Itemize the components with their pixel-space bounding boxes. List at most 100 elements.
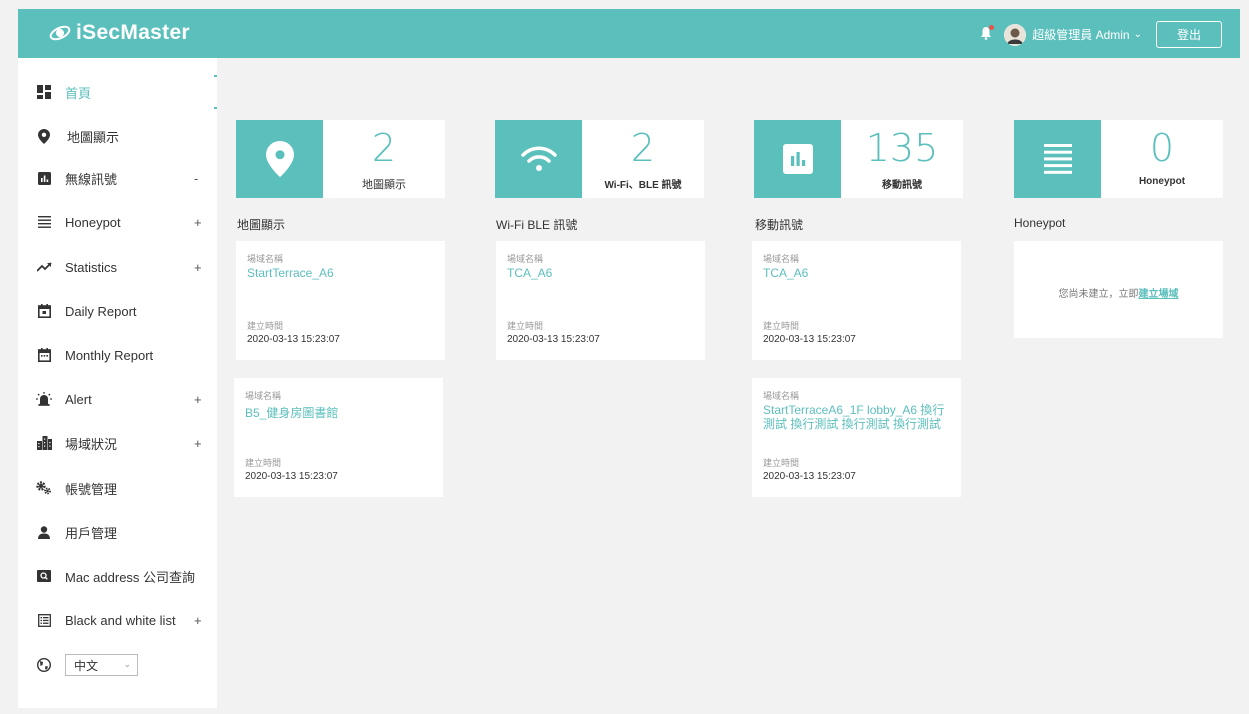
logo-icon — [49, 25, 71, 41]
sidebar-item-user-management[interactable]: 用戶管理 — [18, 517, 217, 547]
field-label: 場域名稱 — [245, 391, 282, 401]
user-icon — [36, 524, 52, 540]
stat-caption: Honeypot — [1138, 176, 1186, 187]
sidebar-item-daily-report[interactable]: Daily Report — [18, 296, 217, 326]
site-card-map-1[interactable]: 場域名稱 StartTerrace_A6 建立時間 2020-03-13 15:… — [236, 241, 445, 360]
site-name-link[interactable]: B5_健身房圖書館 — [245, 406, 435, 420]
stat-card-honeypot[interactable]: 0 Honeypot — [1014, 120, 1223, 198]
user-name[interactable]: 超級管理員 Admin — [1032, 26, 1129, 43]
site-name-link[interactable]: StartTerrace_A6 — [247, 266, 437, 280]
sidebar-item-account-management[interactable]: 帳號管理 — [18, 473, 217, 503]
map-pin-icon — [36, 128, 52, 144]
expand-toggle[interactable]: + — [194, 436, 202, 451]
sidebar-item-label: Daily Report — [65, 303, 137, 319]
list-icon — [1014, 120, 1101, 198]
sidebar-item-site-status[interactable]: 場域狀況 + — [18, 428, 217, 458]
alarm-icon — [36, 391, 52, 407]
site-name-link[interactable]: StartTerraceA6_1F lobby_A6 換行測試 換行測試 換行測… — [763, 403, 948, 431]
field-label: 建立時間 — [763, 321, 800, 331]
sidebar-item-label: Alert — [65, 391, 92, 407]
expand-toggle[interactable]: + — [194, 392, 202, 407]
building-icon — [36, 435, 52, 451]
sidebar-item-statistics[interactable]: Statistics + — [18, 252, 217, 282]
field-label: 場域名稱 — [763, 254, 800, 264]
sidebar-item-label: 帳號管理 — [65, 481, 118, 497]
bar-chart-icon — [36, 170, 52, 186]
sidebar-item-black-white-list[interactable]: Black and white list + — [18, 605, 217, 635]
language-row: 中文 ⌄ — [18, 650, 217, 680]
stat-caption: Wi-Fi、BLE 訊號 — [604, 180, 682, 191]
app-window: iSecMaster 超級管理員 Admin ⌄ 登出 首頁 地圖顯示 無線訊號… — [18, 9, 1240, 708]
app-logo[interactable]: iSecMaster — [48, 21, 190, 45]
sidebar-item-label: 無線訊號 — [65, 171, 118, 187]
stat-value: 135 — [865, 126, 939, 170]
section-title-map: 地圖顯示 — [237, 218, 286, 232]
section-title-mobile: 移動訊號 — [755, 218, 804, 232]
language-selected: 中文 — [74, 658, 99, 673]
site-name-link[interactable]: TCA_A6 — [763, 266, 953, 280]
field-label: 場域名稱 — [507, 254, 544, 264]
stat-caption: 地圖顯示 — [362, 179, 406, 191]
empty-message: 您尚未建立，立即建立場域 — [1014, 285, 1223, 300]
field-label: 建立時間 — [247, 321, 284, 331]
expand-toggle[interactable]: + — [194, 613, 202, 628]
section-title-wifi: Wi-Fi BLE 訊號 — [496, 218, 578, 232]
stat-value: 2 — [630, 126, 656, 170]
chevron-down-icon[interactable]: ⌄ — [1134, 29, 1142, 40]
top-bar: iSecMaster 超級管理員 Admin ⌄ 登出 — [18, 9, 1240, 58]
sidebar: 首頁 地圖顯示 無線訊號 - Honeypot + Statistics + D… — [18, 58, 217, 708]
sidebar-item-mac-lookup[interactable]: Mac address 公司查詢 — [18, 561, 217, 591]
stat-card-wifi[interactable]: 2 Wi-Fi、BLE 訊號 — [495, 120, 704, 198]
sidebar-item-monthly-report[interactable]: Monthly Report — [18, 340, 217, 370]
calendar-day-icon — [36, 303, 52, 319]
field-label: 建立時間 — [245, 458, 282, 468]
site-card-mobile-1[interactable]: 場域名稱 TCA_A6 建立時間 2020-03-13 15:23:07 — [752, 241, 961, 360]
app-name: iSecMaster — [76, 21, 190, 44]
stat-caption: 移動訊號 — [882, 180, 922, 191]
field-label: 場域名稱 — [247, 254, 284, 264]
honeypot-empty-card: 您尚未建立，立即建立場域 — [1014, 241, 1223, 338]
sidebar-item-wireless[interactable]: 無線訊號 - — [18, 163, 217, 193]
avatar[interactable] — [1004, 23, 1027, 46]
language-select[interactable]: 中文 ⌄ — [65, 654, 138, 676]
expand-toggle[interactable]: + — [194, 215, 202, 230]
sidebar-item-home[interactable]: 首頁 — [18, 77, 217, 107]
logout-button[interactable]: 登出 — [1155, 21, 1222, 48]
stat-value: 0 — [1149, 126, 1175, 170]
sidebar-item-honeypot[interactable]: Honeypot + — [18, 207, 217, 237]
site-card-wifi-1[interactable]: 場域名稱 TCA_A6 建立時間 2020-03-13 15:23:07 — [496, 241, 705, 360]
create-site-link[interactable]: 建立場域 — [1139, 289, 1179, 300]
section-title-honeypot: Honeypot — [1014, 216, 1066, 230]
collapse-toggle[interactable]: - — [194, 171, 198, 186]
stat-value: 2 — [371, 126, 397, 170]
sidebar-item-label: 地圖顯示 — [67, 129, 120, 145]
bar-chart-icon — [754, 120, 841, 198]
expand-toggle[interactable]: + — [194, 260, 202, 275]
sidebar-item-label: Black and white list — [65, 612, 176, 628]
wifi-icon — [495, 120, 582, 198]
list-icon — [36, 214, 52, 230]
site-name-link[interactable]: TCA_A6 — [507, 266, 697, 280]
gears-icon — [36, 480, 52, 496]
sidebar-item-map[interactable]: 地圖顯示 — [18, 121, 217, 151]
globe-icon — [36, 657, 52, 673]
created-time: 2020-03-13 15:23:07 — [247, 334, 340, 345]
stat-card-map[interactable]: 2 地圖顯示 — [236, 120, 445, 198]
created-time: 2020-03-13 15:23:07 — [763, 334, 856, 345]
table-list-icon — [36, 612, 52, 628]
stat-card-mobile[interactable]: 135 移動訊號 — [754, 120, 963, 198]
notification-dot — [989, 25, 995, 30]
sidebar-item-alert[interactable]: Alert + — [18, 384, 217, 414]
sidebar-item-label: 首頁 — [65, 85, 92, 101]
created-time: 2020-03-13 15:23:07 — [507, 334, 600, 345]
sidebar-item-label: Honeypot — [65, 214, 121, 230]
created-time: 2020-03-13 15:23:07 — [245, 471, 338, 482]
site-card-map-2[interactable]: 場域名稱 B5_健身房圖書館 建立時間 2020-03-13 15:23:07 — [234, 378, 443, 497]
notification-bell-icon[interactable] — [980, 25, 995, 43]
map-pin-icon — [236, 120, 323, 198]
site-card-mobile-2[interactable]: 場域名稱 StartTerraceA6_1F lobby_A6 換行測試 換行測… — [752, 378, 961, 497]
field-label: 場域名稱 — [763, 391, 800, 401]
chevron-down-icon: ⌄ — [123, 659, 131, 669]
empty-message-text: 您尚未建立，立即 — [1058, 289, 1139, 300]
calendar-month-icon — [36, 347, 52, 363]
